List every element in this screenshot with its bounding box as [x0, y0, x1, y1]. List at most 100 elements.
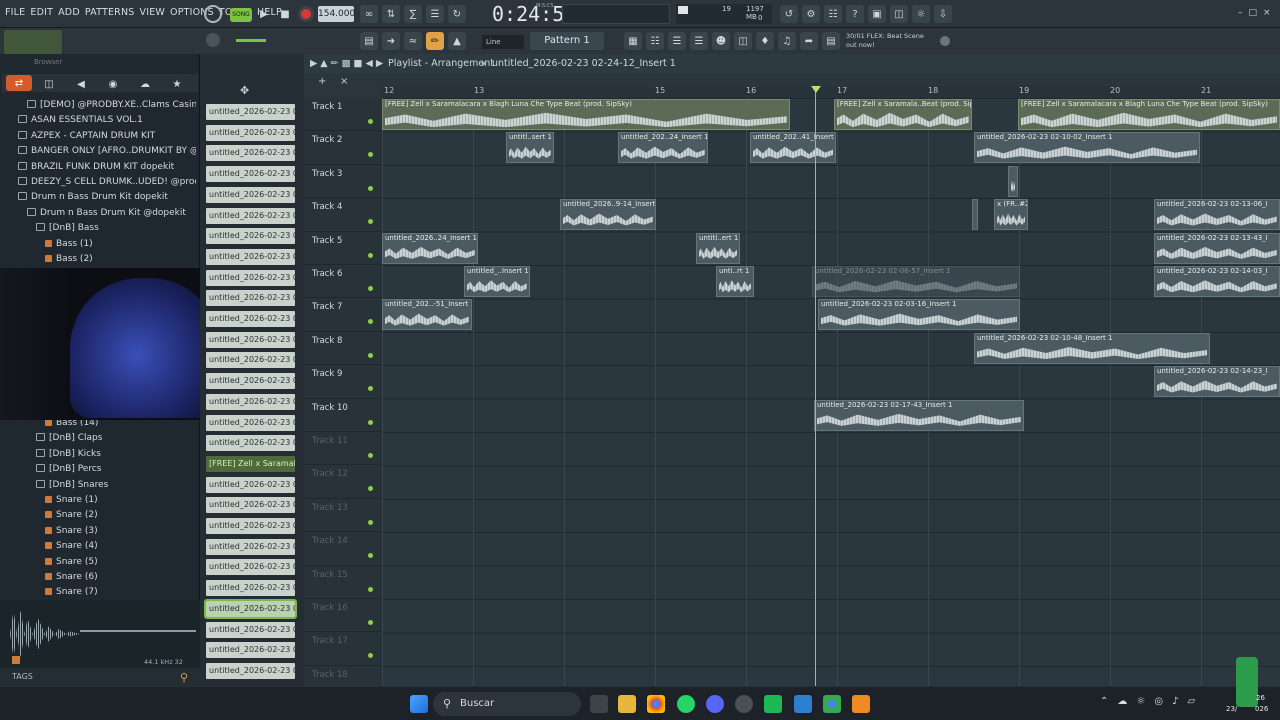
track-header[interactable]: Track 10: [304, 399, 382, 432]
discord-icon[interactable]: [706, 695, 724, 713]
track-header[interactable]: Track 5: [304, 232, 382, 265]
track-mute-led[interactable]: [368, 185, 373, 191]
track-mute-led[interactable]: [368, 352, 373, 358]
track-header[interactable]: Track 13: [304, 499, 382, 533]
arrow-right-icon[interactable]: ➜: [382, 32, 400, 50]
loop-record-icon[interactable]: ↻: [448, 5, 466, 23]
track-header[interactable]: Track 7: [304, 298, 382, 332]
audio-clip[interactable]: untitled_202..41_Insert 1: [750, 132, 836, 164]
track-mute-led[interactable]: [368, 319, 373, 325]
chrome-icon[interactable]: [647, 695, 665, 713]
track-header[interactable]: Track 11: [304, 432, 382, 466]
browser-folder[interactable]: BANGER ONLY [AFRO..DRUMKIT BY @LION]: [0, 144, 196, 159]
remove-track-icon[interactable]: ×: [340, 76, 348, 87]
chat-icon[interactable]: ☼: [912, 5, 930, 23]
track-mute-led[interactable]: [368, 286, 373, 291]
file-icon[interactable]: ◫: [734, 32, 752, 50]
track-mute-led[interactable]: [368, 453, 373, 458]
taskbar-search[interactable]: ⚲ Buscar: [433, 692, 581, 716]
channel-button[interactable]: untitled_2026-02-23 02-: [206, 642, 295, 659]
mic-icon[interactable]: ♫: [778, 32, 796, 50]
track-header[interactable]: Track 9: [304, 365, 382, 399]
audio-clip[interactable]: [FREE] Zell x Saramalacara x Blagh Luna …: [1018, 99, 1280, 130]
channel-button[interactable]: untitled_2026-02-23 02-: [204, 598, 297, 619]
channel-button[interactable]: untitled_2026-02-23 02-: [206, 311, 295, 327]
track-header[interactable]: Track 4: [304, 198, 382, 232]
tempo-display[interactable]: 154.000: [318, 6, 355, 22]
track-mute-led[interactable]: [368, 386, 373, 392]
channel-button[interactable]: untitled_2026-02-23 02-: [206, 662, 295, 679]
audio-clip[interactable]: x (FR..#2: [994, 199, 1028, 231]
channel-button[interactable]: untitled_2026-02-23 02-: [206, 124, 295, 141]
chrome-profile-icon[interactable]: [823, 695, 841, 713]
channel-button[interactable]: untitled_2026-02-23 02-: [206, 580, 295, 597]
browser-folder[interactable]: Drum n Bass Drum Kit @dopekit: [0, 206, 196, 221]
song-mode-button[interactable]: SONG: [230, 8, 252, 22]
menu-add[interactable]: ADD: [58, 7, 80, 18]
draw-tool-icon[interactable]: ✏: [426, 32, 444, 50]
stamp-icon[interactable]: ▲: [448, 32, 466, 50]
audio-clip[interactable]: [1008, 165, 1018, 197]
channel-button[interactable]: untitled_2026-02-23 02-: [206, 559, 295, 576]
browser-file[interactable]: Bass (2): [0, 252, 196, 267]
file-explorer-icon[interactable]: [618, 695, 636, 713]
channel-button[interactable]: untitled_2026-02-23 02-: [206, 352, 295, 369]
browser-tree-icon[interactable]: ☻: [712, 32, 730, 50]
snap-select[interactable]: Line: [482, 35, 524, 49]
browser-file[interactable]: Snare (1): [0, 493, 196, 508]
audio-clip[interactable]: untitled_2026-02-23 02-13-06_I: [1154, 199, 1280, 231]
channel-button[interactable]: untitled_2026-02-23 02-: [206, 393, 295, 410]
browser-file[interactable]: Snare (3): [0, 524, 196, 539]
browser-folder[interactable]: [DnB] Bass: [0, 221, 196, 236]
task-view-icon[interactable]: [590, 695, 608, 713]
browser-folder[interactable]: [DnB] Kicks: [0, 447, 196, 462]
channel-button[interactable]: untitled_2026-02-23 02-: [206, 538, 295, 555]
audio-clip[interactable]: untitled_2026-02-23 02-10-02_Insert 1: [974, 132, 1200, 164]
equalizer-icon[interactable]: ☰: [690, 32, 708, 50]
audio-clip[interactable]: untitled_2026..9-14_Insert 1: [560, 199, 656, 231]
sends-icon[interactable]: ➦: [800, 32, 818, 50]
track-mute-led[interactable]: [368, 586, 373, 592]
channel-rack-view-icon[interactable]: ☰: [668, 32, 686, 50]
steam-icon[interactable]: [735, 695, 753, 713]
playlist-view-icon[interactable]: ▤: [360, 32, 378, 50]
track-header[interactable]: Track 17: [304, 632, 382, 666]
browser-folder[interactable]: DEEZY_S CELL DRUMK..UDED! @prod.deezy: [0, 175, 196, 190]
browser-plugins-icon[interactable]: ◀: [72, 75, 90, 93]
menu-view[interactable]: VIEW: [140, 7, 166, 18]
picker-move-icon[interactable]: ✥: [240, 84, 249, 97]
shop-icon[interactable]: ▤: [822, 32, 840, 50]
mixer-view-icon[interactable]: ▦: [624, 32, 642, 50]
track-header[interactable]: Track 2: [304, 131, 382, 165]
track-header[interactable]: Track 16: [304, 599, 382, 633]
browser-folder[interactable]: [DEMO] @PRODBY.XE..Clams Casino Kit: [0, 98, 196, 113]
browser-file[interactable]: Snare (6): [0, 570, 196, 585]
channel-button[interactable]: untitled_2026-02-23 02-: [206, 497, 295, 514]
channel-button[interactable]: untitled_2026-02-23 02-: [206, 621, 295, 638]
mixer-icon[interactable]: ⚙: [802, 5, 820, 23]
track-mute-led[interactable]: [368, 620, 373, 625]
channel-button[interactable]: untitled_2026-02-23 02-: [206, 476, 295, 493]
browser-file[interactable]: Snare (2): [0, 508, 196, 523]
tags-search-icon[interactable]: ⚲: [180, 669, 188, 687]
audio-clip[interactable]: [FREE] Zell x Saramalacara x Blagh Luna …: [382, 99, 790, 130]
audio-clip[interactable]: untitled_202..24_Insert 1: [618, 132, 708, 164]
system-tray-icons[interactable]: ⌃☁☼◎♪▱: [1100, 696, 1204, 707]
track-header[interactable]: Track 1: [304, 98, 382, 132]
track-mute-led[interactable]: [368, 252, 373, 258]
photos-icon[interactable]: [794, 695, 812, 713]
audio-clip[interactable]: untitled_2026-02-23 02-14-23_I: [1154, 366, 1280, 398]
track-header[interactable]: Track 14: [304, 532, 382, 566]
arrangement-grid[interactable]: [FREE] Zell x Saramalacara x Blagh Luna …: [382, 98, 1280, 686]
audio-clip[interactable]: untitled_2026..24_Insert 1_2: [382, 232, 478, 264]
timeline-ruler[interactable]: 12 13 15 16 17 18 19 20 21: [382, 86, 1280, 98]
audio-clip[interactable]: untitl..sert 1: [506, 132, 554, 164]
menu-patterns[interactable]: PATTERNS: [85, 7, 135, 18]
channel-button[interactable]: [FREE] Zell x Saramal...: [206, 455, 295, 472]
browser-star-icon[interactable]: ★: [168, 75, 186, 93]
playhead[interactable]: [815, 90, 816, 686]
channel-button[interactable]: untitled_2026-02-23 02-: [206, 414, 295, 431]
browser-cloud-icon[interactable]: ☁: [136, 75, 154, 93]
browser-file[interactable]: Snare (5): [0, 555, 196, 570]
browser-library-icon[interactable]: ◉: [104, 75, 122, 93]
